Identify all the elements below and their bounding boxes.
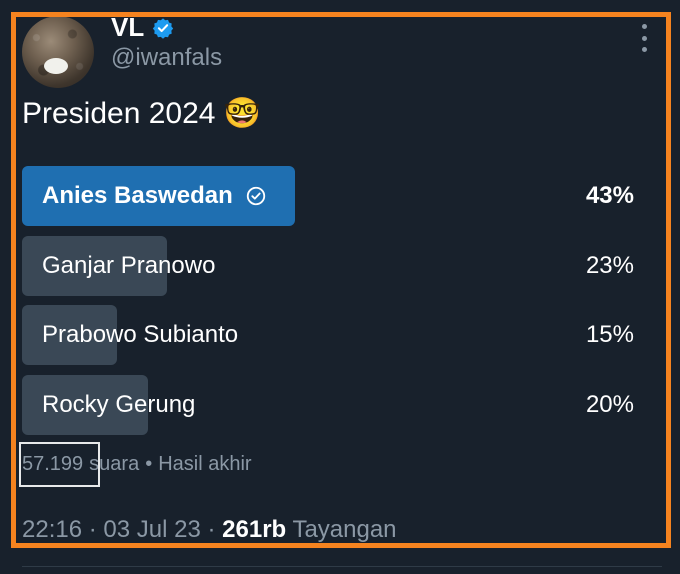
highlight-frame [11,12,671,548]
divider [22,566,662,567]
tweet-page: VL @iwanfals Presiden 2024 🤓 Anies Baswe… [0,0,680,574]
